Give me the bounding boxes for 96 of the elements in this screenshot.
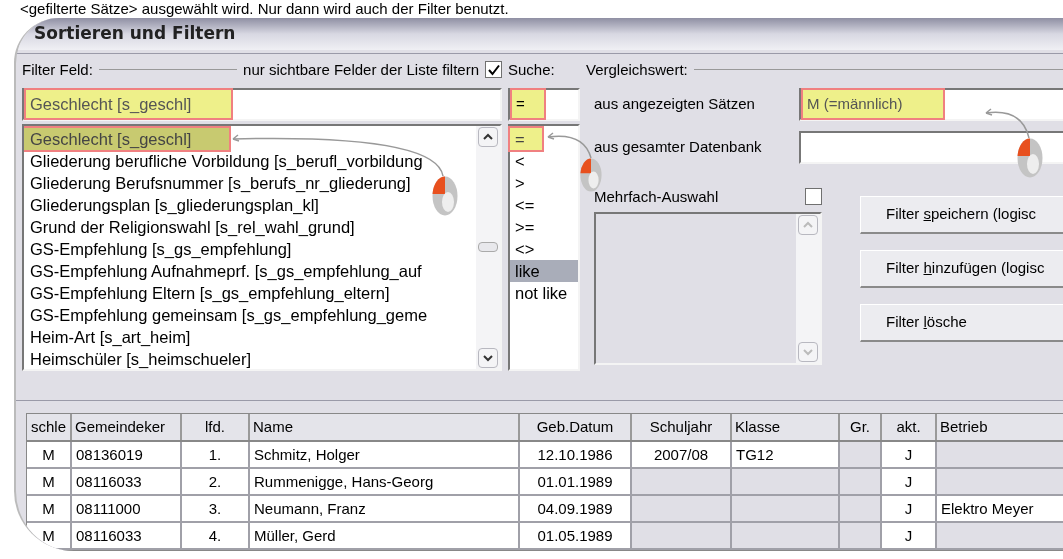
scroll-up-button[interactable] (478, 126, 498, 147)
table-cell: M (27, 469, 72, 496)
list-item[interactable]: Heimschüler [s_heimschueler] (24, 347, 476, 369)
window-title: Sortieren und Filtern (34, 22, 236, 46)
table-cell: 04.09.1989 (520, 496, 632, 523)
chevron-up-icon (803, 220, 813, 229)
list-item[interactable]: GS-Empfehlung gemeinsam [s_gs_empfehlung_geme (24, 303, 476, 326)
column-header[interactable]: Gemeindeker (72, 414, 182, 440)
field-label: aus angezeigten Sätzen (594, 94, 756, 115)
table-cell (840, 469, 882, 496)
shown-value: M (=männlich) (803, 90, 943, 119)
scrollbar-thumb[interactable] (478, 242, 498, 253)
chevron-down-icon (803, 347, 813, 356)
filter-button[interactable]: Filter hinzufügen (logisc (860, 249, 1063, 288)
column-header[interactable]: Klasse (732, 414, 840, 440)
table-cell: J (882, 442, 937, 469)
operator-item[interactable]: <= (510, 193, 578, 216)
mouse-icon (432, 176, 458, 216)
checkbox-label: nur sichtbare Felder der Liste filtern (243, 59, 479, 80)
column-header[interactable]: Betrieb (937, 414, 1063, 440)
checkbox-label: Mehrfach-Auswahl (594, 186, 719, 207)
table-cell: 08136019 (72, 442, 182, 469)
list-item[interactable]: GS-Empfehlung [s_gs_empfehlung] (24, 237, 476, 260)
table-cell: Schmitz, Holger (250, 442, 520, 469)
chevron-down-icon (483, 353, 493, 362)
list-item[interactable]: Gliederung Berufsnummer [s_berufs_nr_gliederung] (24, 171, 476, 194)
shown-value-input[interactable]: M (=männlich) (799, 87, 1063, 121)
check-icon (487, 63, 500, 76)
table-cell (840, 496, 882, 523)
column-header[interactable]: Geb.Datum (520, 414, 632, 440)
visible-fields-checkbox[interactable] (485, 61, 502, 79)
field-label: aus gesamter Datenbank (594, 137, 763, 158)
group-label: Filter Feld: (22, 59, 93, 80)
multi-select-checkbox[interactable] (805, 188, 822, 206)
database-value-input[interactable] (799, 130, 1063, 164)
operator-item[interactable]: = (510, 127, 542, 150)
table-cell: M (27, 442, 72, 469)
field-input[interactable]: Geschlecht [s_geschl] (22, 87, 502, 121)
table-cell: TG12 (732, 442, 840, 469)
operator-item[interactable]: <> (510, 237, 578, 260)
table-cell: 2. (182, 469, 250, 496)
list-item[interactable]: Grund der Religionswahl [s_rel_wahl_grund] (24, 215, 476, 238)
list-item[interactable]: GS-Empfehlung Aufnahmeprf. [s_gs_empfehlung_auf (24, 259, 476, 282)
table-cell: Müller, Gerd (250, 523, 520, 550)
table-cell: J (882, 523, 937, 550)
column-header[interactable]: Name (250, 414, 520, 440)
column-header[interactable]: Gr. (840, 414, 882, 440)
table-cell: 12.10.1986 (520, 442, 632, 469)
table-cell: M (27, 523, 72, 550)
table-cell: Neumann, Franz (250, 496, 520, 523)
table-cell: 08116033 (72, 523, 182, 550)
list-item[interactable]: Gliederung berufliche Vorbildung [s_berufl_vorbildung (24, 149, 476, 172)
column-header[interactable]: akt. (882, 414, 937, 440)
table-cell: 08111000 (72, 496, 182, 523)
curved-arrow (985, 108, 1030, 138)
operator-value: = (512, 90, 544, 119)
table-cell: 01.01.1989 (520, 469, 632, 496)
table-cell: 4. (182, 523, 250, 550)
mouse-icon (580, 158, 602, 192)
table-cell: 3. (182, 496, 250, 523)
table-cell: J (882, 496, 937, 523)
chevron-up-icon (483, 132, 493, 141)
operator-item[interactable]: > (510, 171, 578, 194)
column-header[interactable]: Schuljahr (632, 414, 732, 440)
table-cell (840, 442, 882, 469)
table-cell: 1. (182, 442, 250, 469)
table-cell: Rummenigge, Hans-Georg (250, 469, 520, 496)
operator-item[interactable]: < (510, 149, 578, 172)
table-cell: J (882, 469, 937, 496)
list-item[interactable]: Gliederungsplan [s_gliederungsplan_kl] (24, 193, 476, 216)
operator-item[interactable]: like (510, 259, 578, 282)
filter-button[interactable]: Filter speichern (logisc (860, 195, 1063, 234)
field-list[interactable] (22, 123, 502, 371)
table-cell: 08116033 (72, 469, 182, 496)
filter-button[interactable]: Filter lösche (860, 303, 1063, 342)
column-header[interactable]: lfd. (182, 414, 250, 440)
group-label: Vergleichswert: (586, 59, 688, 80)
table-cell: 2007/08 (632, 442, 732, 469)
scroll-down-button[interactable] (478, 347, 498, 368)
curved-arrow (547, 132, 592, 158)
operator-input[interactable]: = (508, 87, 580, 121)
operator-list[interactable]: = < > <= >= <> like not like (508, 123, 580, 371)
operator-item[interactable]: >= (510, 215, 578, 238)
scrollbar[interactable] (476, 125, 500, 369)
list-item[interactable]: GS-Empfehlung Eltern [s_gs_empfehlung_eltern] (24, 281, 476, 304)
table-cell: Elektro Meyer (937, 496, 1063, 523)
table-cell: M (27, 496, 72, 523)
column-header[interactable]: schle (27, 414, 72, 440)
list-item[interactable]: Heim-Art [s_art_heim] (24, 325, 476, 348)
operator-item[interactable]: not like (510, 281, 578, 304)
table-cell: 01.05.1989 (520, 523, 632, 550)
group-label: Suche: (508, 59, 555, 80)
list-item[interactable]: Geschlecht [s_geschl] (24, 127, 229, 150)
document-text: <gefilterte Sätze> ausgewählt wird. Nur dann wird auch der Filter benutzt. (19, 0, 510, 18)
mouse-icon (1017, 138, 1043, 178)
field-value: Geschlecht [s_geschl] (26, 90, 231, 119)
